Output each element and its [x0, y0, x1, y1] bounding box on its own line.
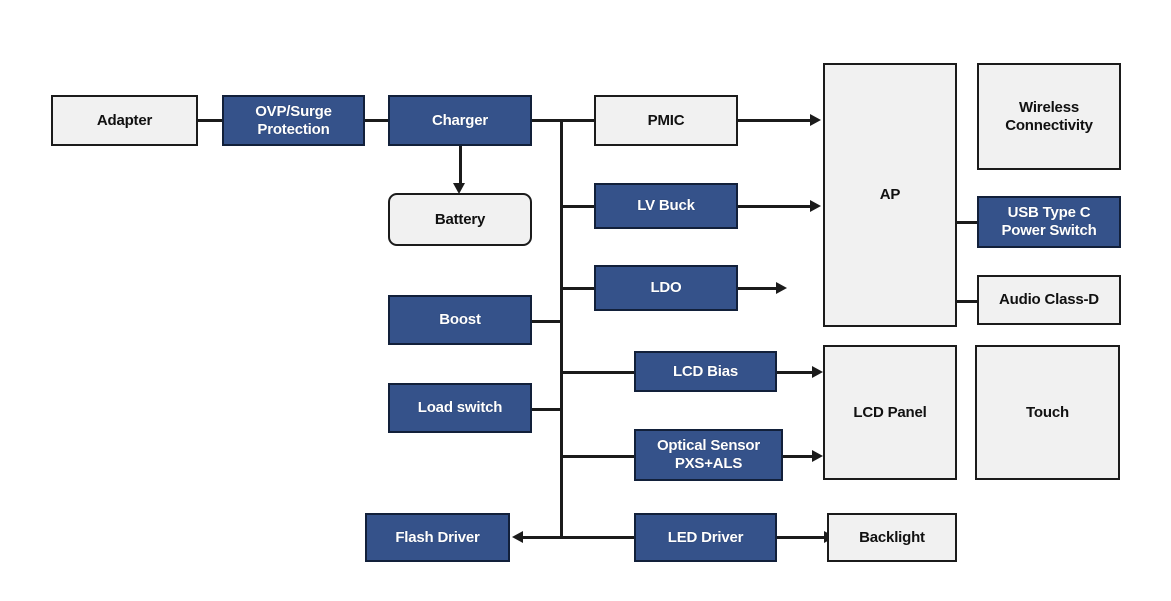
arrowhead-lcd-bias-to-lcd-panel [812, 366, 823, 378]
block-wireless-connectivity-line2: Connectivity [1005, 116, 1093, 134]
block-charger-label: Charger [431, 111, 489, 129]
block-lcd-bias-label: LCD Bias [672, 362, 739, 380]
connector-bus-to-lcd-bias [560, 371, 634, 374]
block-led-driver[interactable]: LED Driver [634, 513, 777, 562]
block-ap-label: AP [879, 186, 901, 204]
block-adapter-label: Adapter [96, 111, 153, 129]
block-pmic[interactable]: PMIC [594, 95, 738, 146]
block-optical-sensor-label: Optical Sensor PXS+ALS [636, 437, 781, 472]
connector-pmic-to-ap [738, 119, 812, 122]
block-charger[interactable]: Charger [388, 95, 532, 146]
block-lcd-panel[interactable]: LCD Panel [823, 345, 957, 480]
block-lcd-bias[interactable]: LCD Bias [634, 351, 777, 392]
block-ldo-label: LDO [650, 279, 682, 297]
power-bus-vertical [560, 119, 563, 538]
block-usb-type-c-power-switch-line1: USB Type C [1007, 204, 1091, 222]
arrowhead-to-flash-driver [512, 531, 523, 543]
block-flash-driver-label: Flash Driver [395, 528, 480, 546]
block-optical-sensor[interactable]: Optical Sensor PXS+ALS [634, 429, 783, 481]
block-battery[interactable]: Battery [388, 193, 532, 246]
block-wireless-connectivity[interactable]: Wireless Connectivity [977, 63, 1121, 170]
block-wireless-connectivity-label: Wireless Connectivity [979, 99, 1119, 134]
block-ap[interactable]: AP [823, 63, 957, 327]
block-boost[interactable]: Boost [388, 295, 532, 345]
block-optical-sensor-line1: Optical Sensor [656, 437, 761, 455]
block-optical-sensor-line2: PXS+ALS [674, 455, 743, 472]
block-audio-class-d-label: Audio Class-D [999, 291, 1099, 309]
connector-bus-to-lv-buck [560, 205, 594, 208]
block-pmic-label: PMIC [647, 111, 685, 129]
block-audio-class-d[interactable]: Audio Class-D [977, 275, 1121, 325]
block-wireless-connectivity-line1: Wireless [1019, 98, 1079, 116]
block-lv-buck[interactable]: LV Buck [594, 183, 738, 229]
block-led-driver-label: LED Driver [667, 528, 744, 546]
connector-lcd-bias-to-lcd-panel [777, 371, 815, 374]
arrowhead-pmic-to-ap [810, 114, 821, 126]
block-usb-type-c-power-switch-label: USB Type C Power Switch [979, 204, 1119, 239]
block-touch[interactable]: Touch [975, 345, 1120, 480]
connector-ovp-to-charger [365, 119, 389, 122]
arrowhead-optical-sensor-to-lcd-panel [812, 450, 823, 462]
connector-ldo-to-ap [738, 287, 778, 290]
block-usb-type-c-power-switch-line2: Power Switch [1001, 222, 1097, 239]
connector-charger-to-bus [532, 119, 594, 122]
block-diagram-canvas: Adapter OVP/Surge Protection Charger Bat… [0, 0, 1171, 601]
block-lcd-panel-label: LCD Panel [853, 403, 927, 421]
block-touch-label: Touch [1026, 403, 1069, 421]
block-adapter[interactable]: Adapter [51, 95, 198, 146]
block-load-switch-label: Load switch [417, 399, 503, 417]
block-backlight[interactable]: Backlight [827, 513, 957, 562]
connector-adapter-to-ovp [198, 119, 223, 122]
block-ldo[interactable]: LDO [594, 265, 738, 311]
connector-optical-sensor-to-lcd-panel [783, 455, 815, 458]
connector-led-driver-to-flash-driver [522, 536, 634, 539]
connector-led-driver-to-backlight [777, 536, 827, 539]
connector-lv-buck-to-ap [738, 205, 812, 208]
arrowhead-lv-buck-to-ap [810, 200, 821, 212]
connector-bus-to-optical-sensor [560, 455, 634, 458]
block-load-switch[interactable]: Load switch [388, 383, 532, 433]
arrowhead-ldo-to-ap [776, 282, 787, 294]
block-battery-label: Battery [434, 210, 486, 228]
block-flash-driver[interactable]: Flash Driver [365, 513, 510, 562]
block-boost-label: Boost [439, 311, 481, 329]
block-usb-type-c-power-switch[interactable]: USB Type C Power Switch [977, 196, 1121, 248]
block-ovp-surge-protection[interactable]: OVP/Surge Protection [222, 95, 365, 146]
connector-charger-to-battery [459, 146, 462, 186]
connector-bus-to-ldo [560, 287, 594, 290]
block-ovp-surge-protection-line1: OVP/Surge [255, 102, 332, 120]
block-ovp-surge-protection-line2: Protection [257, 120, 330, 138]
block-backlight-label: Backlight [859, 528, 925, 546]
block-ovp-surge-protection-label: OVP/Surge Protection [224, 103, 363, 138]
block-lv-buck-label: LV Buck [637, 197, 695, 215]
